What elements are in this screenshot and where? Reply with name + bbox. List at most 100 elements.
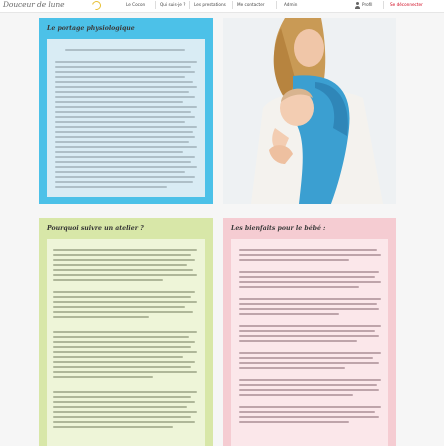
text-line — [239, 313, 339, 315]
text-line — [55, 96, 195, 98]
text-line — [55, 176, 195, 178]
text-line — [53, 306, 185, 308]
text-line — [239, 384, 377, 386]
text-line — [239, 406, 381, 408]
text-line — [239, 254, 381, 256]
text-line — [53, 356, 183, 358]
text-line — [55, 71, 195, 73]
text-line — [53, 291, 195, 293]
portage-section: Le portage physiologique — [39, 18, 213, 204]
text-line — [53, 361, 195, 363]
text-line — [53, 406, 187, 408]
text-line — [53, 259, 195, 261]
text-line — [53, 264, 187, 266]
text-line — [53, 254, 191, 256]
text-line — [53, 279, 163, 281]
portage-title: Le portage physiologique — [47, 25, 135, 32]
text-line — [239, 362, 379, 364]
bienfaits-title: Les bienfaits pour le bébé : — [231, 225, 326, 232]
text-line — [55, 136, 195, 138]
text-line — [55, 106, 197, 108]
text-line — [239, 411, 375, 413]
bienfaits-text-card — [231, 239, 388, 446]
text-line — [239, 335, 379, 337]
text-line — [53, 351, 197, 353]
text-line — [239, 281, 381, 283]
nav-divider — [232, 1, 233, 9]
portage-text-card — [47, 39, 205, 197]
text-line — [53, 401, 195, 403]
text-line — [53, 336, 189, 338]
text-line — [55, 121, 185, 123]
text-line — [55, 126, 197, 128]
text-line — [55, 141, 189, 143]
nav-contact[interactable]: Me contacter — [237, 2, 265, 7]
text-line — [55, 171, 185, 173]
text-line — [53, 311, 193, 313]
atelier-title: Pourquoi suivre un atelier ? — [47, 225, 144, 232]
text-line — [55, 186, 167, 188]
text-line — [239, 303, 377, 305]
text-line — [55, 181, 193, 183]
text-line — [55, 61, 197, 63]
text-line — [53, 426, 173, 428]
nav-divider — [383, 1, 384, 9]
text-line — [55, 76, 185, 78]
text-line — [239, 271, 379, 273]
text-line — [239, 276, 375, 278]
text-line — [53, 366, 191, 368]
text-line — [55, 131, 193, 133]
text-line — [239, 286, 359, 288]
mother-baby-image — [223, 18, 396, 204]
text-line — [53, 301, 197, 303]
text-line — [53, 376, 153, 378]
atelier-section: Pourquoi suivre un atelier ? — [39, 218, 213, 446]
text-line — [239, 389, 379, 391]
text-line — [53, 411, 197, 413]
nav-le-cocon[interactable]: Le Cocon — [126, 2, 145, 7]
nav-divider — [276, 1, 277, 9]
text-line — [239, 249, 377, 251]
text-line — [53, 416, 191, 418]
text-line — [53, 391, 197, 393]
text-line — [55, 111, 191, 113]
text-line — [239, 394, 353, 396]
text-line — [55, 166, 197, 168]
site-logo[interactable]: Douceur de lune — [3, 0, 65, 9]
text-line — [239, 340, 357, 342]
text-line — [65, 49, 185, 51]
nav-qui-suis-je[interactable]: Qui suis-je ? — [160, 2, 185, 7]
text-line — [55, 86, 197, 88]
text-line — [239, 379, 381, 381]
text-line — [53, 269, 193, 271]
text-line — [55, 101, 183, 103]
text-line — [239, 325, 381, 327]
text-line — [55, 91, 189, 93]
text-line — [53, 371, 197, 373]
text-line — [55, 116, 195, 118]
top-navbar: Douceur de lune Le Cocon Qui suis-je ? L… — [0, 0, 444, 13]
text-line — [239, 421, 349, 423]
text-line — [53, 396, 191, 398]
text-line — [53, 331, 197, 333]
nav-profil[interactable]: Profil — [362, 2, 372, 7]
nav-divider — [155, 1, 156, 9]
text-line — [53, 421, 195, 423]
text-line — [53, 341, 195, 343]
text-line — [55, 156, 195, 158]
text-line — [239, 308, 379, 310]
text-line — [239, 367, 345, 369]
nav-logout[interactable]: Se déconnecter — [390, 2, 423, 7]
mother-baby-photo — [223, 18, 396, 204]
text-line — [55, 146, 197, 148]
atelier-text-card — [47, 239, 205, 446]
text-line — [55, 66, 191, 68]
text-line — [239, 357, 373, 359]
nav-admin[interactable]: Admin — [284, 2, 297, 7]
text-line — [239, 416, 379, 418]
nav-prestations[interactable]: Les prestations — [194, 2, 226, 7]
nav-divider — [189, 1, 190, 9]
text-line — [53, 274, 197, 276]
bienfaits-section: Les bienfaits pour le bébé : — [223, 218, 396, 446]
text-line — [239, 330, 375, 332]
